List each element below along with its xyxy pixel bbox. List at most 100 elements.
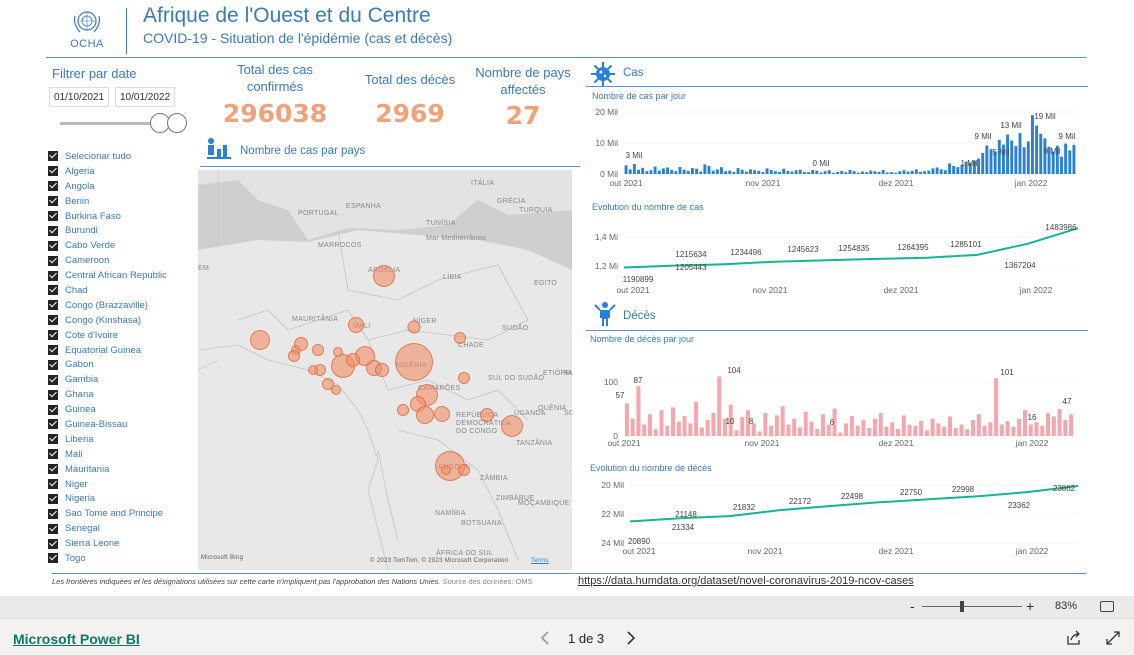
checkbox-checked-icon[interactable] — [48, 449, 58, 460]
country-case-bubble[interactable] — [308, 365, 318, 375]
country-checkbox-item[interactable]: Togo — [48, 551, 198, 566]
bar[interactable] — [827, 170, 831, 174]
bar[interactable] — [757, 170, 761, 174]
date-start-input[interactable]: 01/10/2021 — [49, 87, 109, 107]
bar[interactable] — [831, 172, 835, 174]
bar[interactable] — [838, 432, 843, 436]
zoom-out-button[interactable]: - — [910, 598, 915, 614]
bar[interactable] — [894, 172, 898, 174]
bar[interactable] — [773, 171, 777, 174]
bar[interactable] — [860, 171, 864, 174]
country-checkbox-item[interactable]: Nigeria — [48, 491, 198, 506]
checkbox-checked-icon[interactable] — [48, 285, 58, 296]
country-checkbox-item[interactable]: Sao Tome and Principe — [48, 506, 198, 521]
bar[interactable] — [653, 166, 657, 174]
bar[interactable] — [753, 170, 757, 174]
country-case-bubble[interactable] — [441, 465, 451, 475]
bar[interactable] — [971, 419, 976, 436]
previous-page-icon[interactable] — [540, 631, 550, 645]
bar[interactable] — [896, 429, 901, 436]
fullscreen-icon[interactable] — [1105, 630, 1121, 646]
bar[interactable] — [647, 414, 652, 436]
country-case-bubble[interactable] — [346, 353, 360, 367]
bar[interactable] — [976, 414, 981, 436]
bar[interactable] — [732, 171, 736, 174]
bar[interactable] — [724, 171, 728, 174]
bar[interactable] — [682, 169, 686, 174]
checkbox-checked-icon[interactable] — [48, 330, 58, 341]
bar[interactable] — [840, 170, 844, 174]
bar[interactable] — [901, 415, 906, 436]
bar[interactable] — [947, 416, 952, 436]
bar[interactable] — [1035, 125, 1039, 174]
cases-daily-chart[interactable]: 0 Mil 10 Mil 20 Mil out 2021 nov 2021 dez 202… — [586, 102, 1086, 194]
country-checkbox-item[interactable]: Algeria — [48, 164, 198, 179]
bar[interactable] — [923, 171, 927, 174]
bar[interactable] — [780, 406, 785, 436]
checkbox-checked-icon[interactable] — [48, 225, 58, 236]
bar[interactable] — [890, 422, 895, 436]
country-checkbox-item[interactable]: Mauritania — [48, 462, 198, 477]
bar[interactable] — [686, 170, 690, 174]
bar[interactable] — [924, 430, 929, 436]
power-bi-link[interactable]: Microsoft Power BI — [13, 631, 140, 647]
checkbox-checked-icon[interactable] — [48, 419, 58, 430]
bar[interactable] — [719, 167, 723, 174]
bar[interactable] — [821, 414, 826, 436]
bar[interactable] — [649, 170, 653, 174]
bar[interactable] — [943, 170, 947, 174]
bar[interactable] — [769, 425, 774, 436]
country-case-bubble[interactable] — [348, 317, 364, 333]
bar[interactable] — [959, 424, 964, 436]
bar[interactable] — [774, 415, 779, 436]
bar[interactable] — [936, 423, 941, 436]
bar[interactable] — [1043, 138, 1047, 174]
country-case-bubble[interactable] — [407, 320, 421, 334]
bar[interactable] — [898, 171, 902, 174]
bar[interactable] — [636, 386, 641, 436]
country-case-bubble[interactable] — [454, 332, 466, 344]
bar[interactable] — [1022, 410, 1027, 436]
bar[interactable] — [861, 419, 866, 436]
bar[interactable] — [642, 424, 647, 436]
bar[interactable] — [823, 171, 827, 174]
bar[interactable] — [1005, 421, 1010, 436]
bar[interactable] — [790, 171, 794, 174]
select-all-checkbox[interactable]: Selecionar tudo — [48, 149, 198, 164]
bar[interactable] — [632, 164, 636, 174]
bar[interactable] — [659, 410, 664, 436]
bar[interactable] — [1022, 147, 1026, 174]
bar[interactable] — [849, 415, 854, 436]
country-case-bubble[interactable] — [395, 343, 433, 381]
country-case-bubble[interactable] — [416, 406, 434, 424]
date-slider-track[interactable] — [60, 122, 160, 125]
checkbox-checked-icon[interactable] — [48, 434, 58, 445]
checkbox-checked-icon[interactable] — [48, 270, 58, 281]
bar[interactable] — [1026, 141, 1030, 174]
bar[interactable] — [881, 169, 885, 174]
checkbox-checked-icon[interactable] — [48, 404, 58, 415]
country-checkbox-item[interactable]: Senegal — [48, 521, 198, 536]
bar[interactable] — [848, 169, 852, 174]
date-end-input[interactable]: 10/01/2022 — [115, 87, 175, 107]
bar[interactable] — [1010, 140, 1014, 174]
bar[interactable] — [1057, 409, 1062, 436]
bar[interactable] — [786, 424, 791, 436]
zoom-slider-thumb[interactable] — [960, 601, 964, 612]
bar[interactable] — [844, 423, 849, 436]
country-checkbox-item[interactable]: Angola — [48, 179, 198, 194]
bar[interactable] — [956, 167, 960, 174]
bar[interactable] — [666, 167, 669, 174]
checkbox-checked-icon[interactable] — [48, 211, 58, 221]
bar[interactable] — [811, 169, 815, 174]
bar[interactable] — [1068, 150, 1072, 174]
country-case-bubble[interactable] — [250, 330, 270, 350]
bar[interactable] — [913, 425, 918, 436]
bar[interactable] — [1039, 133, 1043, 174]
bar[interactable] — [977, 158, 981, 175]
country-case-bubble[interactable] — [373, 265, 395, 287]
bar[interactable] — [852, 171, 856, 174]
checkbox-checked-icon[interactable] — [48, 255, 58, 266]
bar[interactable] — [836, 171, 840, 174]
checkbox-checked-icon[interactable] — [48, 151, 58, 162]
